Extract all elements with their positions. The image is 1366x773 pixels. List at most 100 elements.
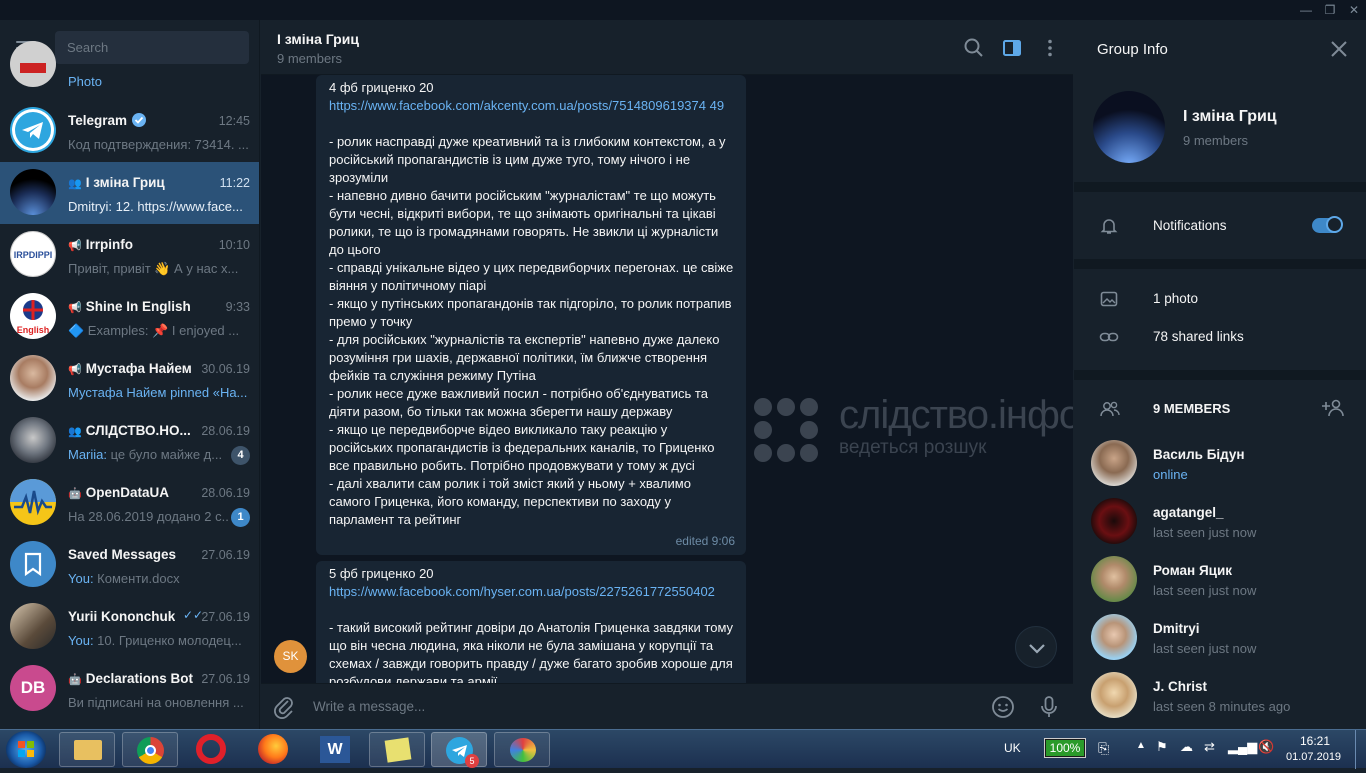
show-desktop-button[interactable] [1355,730,1366,769]
more-options-icon[interactable] [1038,36,1062,60]
chat-item-group-active[interactable]: 👥 І зміна Гриц 11:22 Dmitryi: 12. https:/… [0,162,259,224]
chat-name: І зміна Гриц [85,175,165,190]
chat-preview-text: 10. Гриценко молодец... [93,633,242,648]
message-input-bar: Write a message... [261,683,1073,729]
member-name: Василь Бідун [1153,447,1245,462]
member-item[interactable]: agatangel_ last seen just now [1074,498,1366,556]
close-window-icon[interactable]: ✕ [1342,0,1366,20]
chat-time: 11:22 [219,176,250,190]
member-item[interactable]: J. Christ last seen 8 minutes ago [1074,672,1366,729]
telegram-unread-badge: 5 [465,754,479,768]
network-adapter-icon[interactable]: ⎘ [1098,740,1109,757]
message-bubble[interactable]: 5 фб гриценко 20 https://www.facebook.co… [316,561,746,683]
chat-title[interactable]: І зміна Гриц [277,31,359,47]
chat-item-mustafa[interactable]: 📢 Мустафа Найем 30.06.19 Мустафа Найем pi… [0,348,259,410]
chat-name: Shine In English [85,299,191,314]
chat-item-declarations-bot[interactable]: DB 🤖 Declarations Bot 27.06.19 Ви підписа… [0,658,259,720]
sync-icon[interactable]: ⇄ [1204,739,1215,755]
chat-time: 28.06.19 [201,486,250,500]
chat-preview-text: Коменти.docx [93,571,180,586]
member-avatar [1091,498,1137,544]
chat-item-opendataua[interactable]: 🤖 OpenDataUA 28.06.19 На 28.06.2019 додан… [0,472,259,534]
attach-icon[interactable] [271,694,297,725]
scroll-down-button[interactable] [1015,626,1057,668]
member-item[interactable]: Роман Яцик last seen just now [1074,556,1366,614]
chat-avatar: IRPDIPPI [10,231,56,277]
battery-percent: 100% [1049,741,1081,755]
member-item[interactable]: Dmitryi last seen just now [1074,614,1366,672]
photos-row[interactable]: 1 photo [1074,280,1366,318]
channel-icon: 📢 [68,302,82,314]
group-icon: 👥 [68,426,82,438]
message-header: 4 фб гриценко 20 [329,80,434,95]
message-header: 5 фб гриценко 20 [329,566,434,581]
chat-time: 28.06.19 [201,424,250,438]
close-icon[interactable] [1328,38,1350,65]
chat-preview-text: це було майже д... [107,447,223,462]
message-line [329,115,734,133]
notifications-label: Notifications [1153,218,1227,233]
member-item[interactable]: Василь Бідун online [1074,440,1366,498]
chat-preview-text: 12. https://www.face... [112,199,243,214]
chat-avatar: DB [10,665,56,711]
cloud-icon[interactable]: ☁ [1180,739,1193,755]
restore-icon[interactable]: ❐ [1318,0,1342,20]
member-name: Dmitryi [1153,621,1200,636]
message-bubble[interactable]: 4 фб гриценко 20 https://www.facebook.co… [316,75,746,555]
sticky-notes-icon[interactable] [369,732,425,767]
chat-preview: You: Коменти.docx [68,571,250,586]
sidebar-toggle-icon[interactable] [1000,36,1024,60]
search-icon[interactable] [962,36,986,60]
read-checkmarks-icon: ✓✓ [183,608,204,622]
links-row[interactable]: 78 shared links [1074,318,1366,356]
unread-badge: 4 [231,446,250,465]
speaker-muted-icon[interactable]: 🔇 [1258,739,1274,755]
emoji-icon[interactable] [990,694,1016,725]
battery-indicator[interactable]: 100% [1044,738,1086,758]
chat-item-shine-in-english[interactable]: English 📢 Shine In English 9:33 🔷 Example… [0,286,259,348]
telegram-taskbar-icon[interactable]: 5 [431,732,487,768]
message-body: - такий високий рейтинг довіри до Анатол… [329,601,734,683]
file-explorer-icon[interactable] [59,732,115,767]
chat-time: 27.06.19 [201,672,250,686]
chat-avatar [10,355,56,401]
chat-avatar [10,41,56,87]
firefox-icon[interactable] [258,734,288,764]
group-avatar[interactable] [1093,91,1165,163]
sender-avatar[interactable]: SK [274,640,307,673]
paint-icon[interactable] [494,732,550,767]
chat-item-irrpinfo[interactable]: IRPDIPPI 📢 Irrpinfo 10:10 Привіт, привіт … [0,224,259,286]
clock-date[interactable]: 01.07.2019 [1286,751,1341,763]
minimize-icon[interactable]: — [1294,0,1318,20]
clock-time[interactable]: 16:21 [1300,734,1330,748]
chat-item-slidstvo[interactable]: 👥 СЛІДСТВО.НО... 28.06.19 Mariia: це було… [0,410,259,472]
opera-icon[interactable] [196,734,226,764]
message-meta: edited 9:06 [675,534,735,548]
member-status: last seen just now [1153,641,1257,656]
action-center-flag-icon[interactable]: ⚑ [1156,739,1168,755]
channel-icon: 📢 [68,240,82,252]
chat-item-partial[interactable]: Photo [0,41,259,95]
chat-item-saved-messages[interactable]: Saved Messages 27.06.19 You: Коменти.doc… [0,534,259,596]
word-icon[interactable]: W [320,736,350,763]
notifications-toggle[interactable] [1312,216,1343,233]
message-link[interactable]: https://www.facebook.com/hyser.com.ua/po… [329,583,734,601]
chat-item-telegram[interactable]: Telegram 12:45 Код подтверждения: 73414.… [0,100,259,162]
show-hidden-icons[interactable]: ▲ [1136,740,1146,751]
signal-icon[interactable]: ▂▄▆ [1228,739,1257,755]
group-info-panel: Group Info І зміна Гриц 9 members Notifi… [1074,20,1366,729]
start-button-icon[interactable] [6,731,46,768]
message-input[interactable]: Write a message... [313,699,913,714]
chat-list-sidebar: Search Photo Telegram 12:45 Код подтверж… [0,20,260,729]
keyboard-language[interactable]: UK [1004,741,1021,755]
add-member-icon[interactable] [1322,398,1346,423]
chat-item-yurii[interactable]: Yurii Kononchuk ✓✓ 27.06.19 You: 10. Гри… [0,596,259,658]
chrome-icon[interactable] [122,732,178,767]
notifications-row[interactable]: Notifications [1074,207,1366,245]
chat-subtitle: 9 members [277,51,343,66]
microphone-icon[interactable] [1036,694,1062,725]
chat-preview: Мустафа Найем pinned «На... [68,385,248,400]
chat-sender: Mariia: [68,447,108,462]
chat-preview: Dmitryi: 12. https://www.face... [68,199,250,214]
message-link[interactable]: https://www.facebook.com/akcenty.com.ua/… [329,97,734,115]
